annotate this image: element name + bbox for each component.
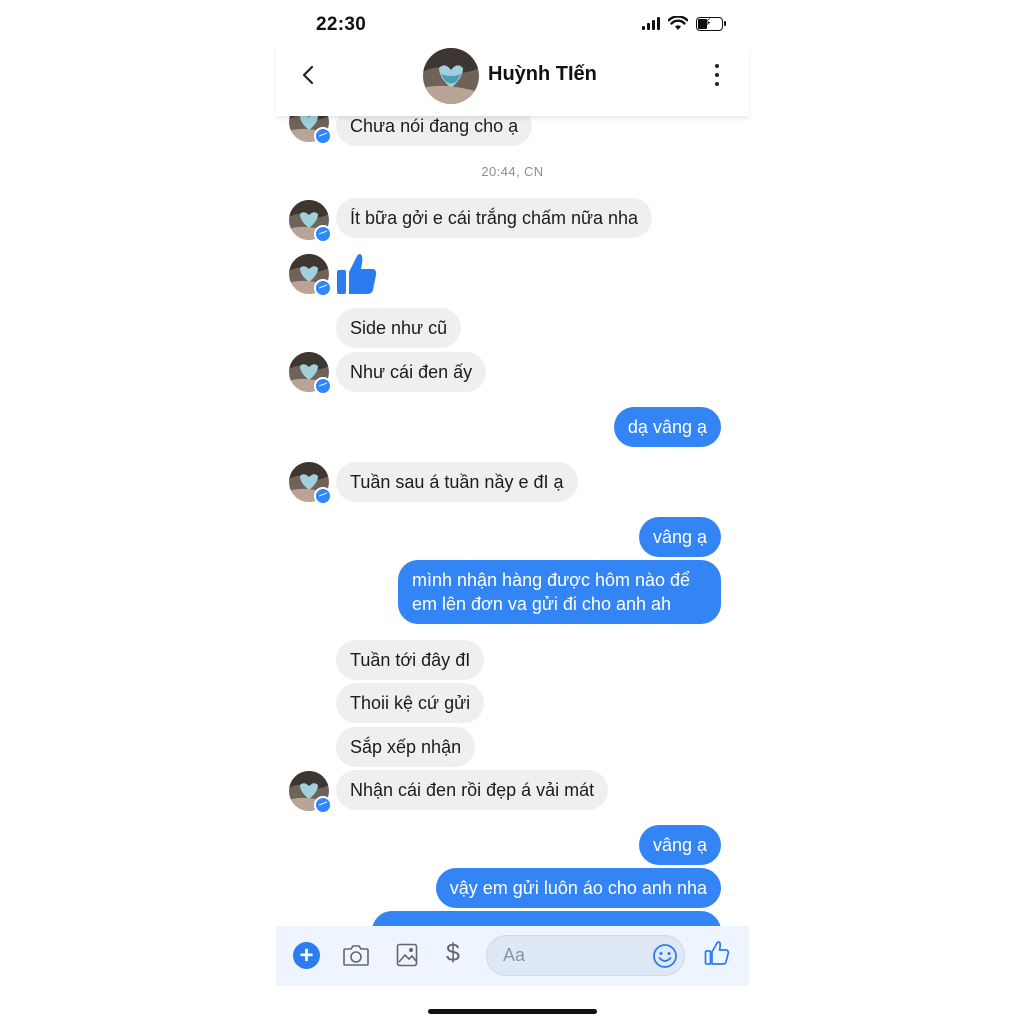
messenger-badge-icon [314, 487, 332, 505]
contact-avatar[interactable] [423, 48, 479, 104]
camera-icon[interactable] [342, 943, 370, 967]
message-composer: + $ [276, 926, 749, 986]
messenger-screen: 22:30 ⚡ Huỳnh TIến Chưa nói đang cho ạ 2… [276, 0, 749, 1024]
message-input[interactable] [503, 945, 643, 966]
messenger-badge-icon [314, 127, 332, 145]
messenger-badge-icon [314, 796, 332, 814]
outgoing-message[interactable]: dạ vâng ạ [613, 407, 721, 447]
messenger-badge-icon [314, 225, 332, 243]
thumbs-up-icon[interactable] [336, 252, 378, 296]
incoming-message[interactable]: Thoii kệ cứ gửi [336, 683, 485, 723]
contact-name[interactable]: Huỳnh TIến [488, 63, 597, 86]
sender-avatar [289, 462, 332, 505]
message-list[interactable]: Chưa nói đang cho ạ 20:44, CN Ít bữa gởi… [276, 96, 749, 926]
conversation-header: Huỳnh TIến [276, 44, 749, 116]
sender-avatar [289, 352, 332, 395]
messenger-badge-icon [314, 279, 332, 297]
more-options-button[interactable] [713, 64, 721, 86]
message-input-container[interactable] [486, 935, 685, 976]
like-button-icon[interactable] [704, 940, 730, 966]
messenger-badge-icon [314, 377, 332, 395]
incoming-message[interactable]: Ít bữa gởi e cái trắng chấm nữa nha [336, 198, 653, 238]
home-indicator[interactable] [428, 1009, 597, 1014]
status-icons: ⚡ [642, 15, 726, 31]
outgoing-message[interactable]: vâng ạ [638, 517, 721, 557]
outgoing-message[interactable]: vậy em gửi luôn áo cho anh nha [435, 868, 721, 908]
back-button[interactable] [298, 62, 320, 88]
wifi-icon [668, 16, 688, 30]
incoming-message[interactable]: Side như cũ [336, 308, 462, 348]
sender-avatar [289, 771, 332, 814]
photo-gallery-icon[interactable] [396, 943, 418, 967]
incoming-message[interactable]: Nhận cái đen rồi đẹp á vải mát [336, 770, 609, 810]
incoming-message[interactable]: Tuần tới đây đI [336, 640, 485, 680]
emoji-icon[interactable] [652, 943, 678, 969]
status-time: 22:30 [316, 14, 367, 35]
cellular-signal-icon [642, 17, 660, 30]
message-timestamp: 20:44, CN [481, 164, 544, 179]
battery-icon: ⚡ [696, 15, 726, 31]
outgoing-message[interactable]: vâng ạ [638, 825, 721, 865]
incoming-message[interactable]: Sắp xếp nhận [336, 727, 476, 767]
incoming-message[interactable]: Tuần sau á tuần nầy e đI ạ [336, 462, 578, 502]
outgoing-message-partial[interactable] [372, 911, 721, 926]
payment-button[interactable]: $ [446, 939, 460, 968]
incoming-message[interactable]: Như cái đen ấy [336, 352, 487, 392]
plus-button[interactable]: + [293, 942, 320, 969]
sender-avatar [289, 200, 332, 243]
sender-avatar [289, 254, 332, 297]
outgoing-message[interactable]: mình nhận hàng được hôm nào để em lên đơ… [398, 560, 721, 624]
